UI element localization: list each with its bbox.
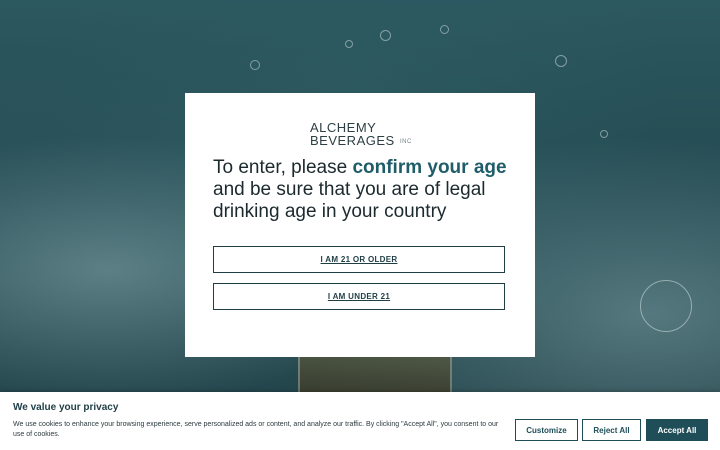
background-bubble — [600, 130, 608, 138]
background-bubble — [440, 25, 449, 34]
over-21-button[interactable]: I AM 21 OR OLDER — [213, 246, 505, 273]
company-logo: ALCHEMY BEVERAGES INC — [310, 120, 420, 148]
logo-line2: BEVERAGES — [310, 133, 395, 148]
customize-button[interactable]: Customize — [515, 419, 578, 441]
under-21-button[interactable]: I AM UNDER 21 — [213, 283, 505, 310]
background-bubble — [345, 40, 353, 48]
cookie-title: We value your privacy — [13, 402, 119, 413]
background-bubble — [640, 280, 692, 332]
headline-suffix: and be sure that you are of legal drinki… — [213, 179, 486, 222]
cookie-text: We use cookies to enhance your browsing … — [13, 421, 499, 438]
headline-accent: confirm your age — [352, 157, 507, 178]
headline-prefix: To enter, please — [213, 157, 353, 178]
age-gate-headline: To enter, please confirm your age and be… — [213, 157, 513, 223]
accept-all-button[interactable]: Accept All — [646, 419, 708, 441]
background-bubble — [555, 55, 567, 67]
logo-suffix: INC — [400, 139, 412, 145]
background-bubble — [250, 60, 260, 70]
age-gate-modal: ALCHEMY BEVERAGES INC To enter, please c… — [185, 93, 535, 357]
cookie-banner: We value your privacy We use cookies to … — [0, 392, 720, 450]
reject-all-button[interactable]: Reject All — [582, 419, 641, 441]
background-bubble — [380, 30, 391, 41]
